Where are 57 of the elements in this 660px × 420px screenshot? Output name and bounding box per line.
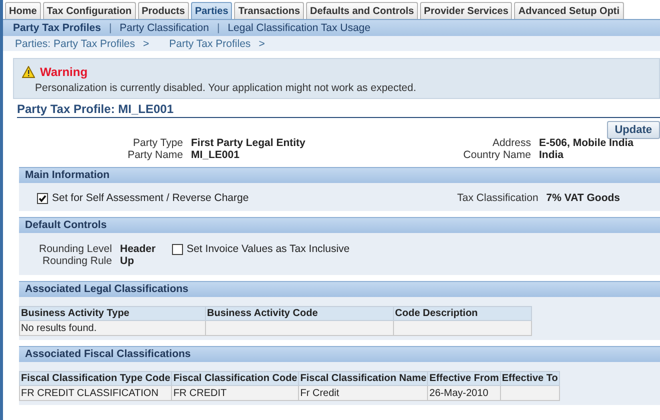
empty-message: No results found. (20, 320, 206, 336)
field-value: E-506, Mobile India (539, 137, 634, 149)
warning-icon (22, 66, 35, 78)
column-header: Fiscal Classification Name (298, 372, 428, 386)
subtab-link[interactable]: Party Tax Profiles (13, 22, 101, 34)
field-value: India (539, 149, 565, 161)
checkbox[interactable] (172, 244, 183, 254)
warning-message: Personalization is currently disabled. Your application might not work as expected. (34, 81, 418, 94)
tab[interactable]: Tax Configuration (42, 2, 136, 19)
section-header: Associated Legal Classifications (19, 281, 660, 297)
table-cell: 26-May-2010 (428, 386, 500, 400)
breadcrumb-link[interactable]: Parties: Party Tax Profiles (15, 38, 136, 50)
column-header: Business Activity Code (206, 306, 394, 320)
tab[interactable]: Products (138, 2, 189, 19)
tab[interactable]: Defaults and Controls (306, 2, 418, 19)
column-header: Fiscal Classification Type Code (20, 372, 172, 386)
column-header: Effective From (428, 372, 500, 386)
table-cell: FR CREDIT (172, 386, 299, 400)
field-label: Rounding Rule (42, 255, 112, 267)
breadcrumb-separator: > (143, 38, 150, 50)
field-label: Country Name (462, 149, 531, 161)
subtab-link[interactable]: Legal Classification Tax Usage (228, 22, 370, 34)
subtab-link[interactable]: Party Classification (120, 22, 209, 34)
field-value: Header (120, 243, 156, 255)
checkbox-label: Set for Self Assessment / Reverse Charge (52, 192, 249, 204)
page-title: Party Tax Profile: MI_LE001 (17, 102, 660, 118)
tab[interactable]: Parties (190, 2, 232, 19)
section-header: Default Controls (19, 217, 660, 233)
section-header: Main Information (19, 167, 660, 183)
field-value: Up (120, 255, 135, 267)
column-header: Business Activity Type (20, 306, 206, 320)
field-value: First Party Legal Entity (191, 137, 306, 149)
field-label: Address (491, 137, 531, 149)
field-value: 7% VAT Goods (546, 192, 620, 204)
table-cell: Fr Credit (298, 386, 428, 400)
column-header: Effective To (500, 372, 560, 386)
field-label: Rounding Level (39, 243, 112, 255)
subtab-separator: | (108, 22, 112, 34)
tab[interactable]: Home (5, 2, 41, 19)
field-label: Party Name (126, 149, 183, 161)
tab[interactable]: Provider Services (420, 2, 512, 19)
tab[interactable]: Transactions (234, 2, 304, 19)
section-header: Associated Fiscal Classifications (19, 346, 660, 362)
warning-title: Warning (40, 65, 88, 79)
field-label: Tax Classification (457, 192, 538, 204)
subtab-separator: | (216, 22, 220, 34)
field-label: Party Type (132, 137, 183, 149)
column-header: Fiscal Classification Code (172, 372, 299, 386)
field-value: MI_LE001 (191, 149, 240, 161)
checkbox[interactable] (37, 192, 48, 204)
breadcrumb-link[interactable]: Party Tax Profiles (169, 38, 251, 50)
column-header: Code Description (394, 306, 532, 320)
update-button[interactable]: Update (606, 121, 660, 139)
table-cell: FR CREDIT CLASSIFICATION (20, 386, 172, 400)
breadcrumb-separator: > (258, 38, 265, 50)
tab[interactable]: Advanced Setup Opti (514, 2, 624, 19)
checkbox-label: Set Invoice Values as Tax Inclusive (186, 243, 350, 255)
